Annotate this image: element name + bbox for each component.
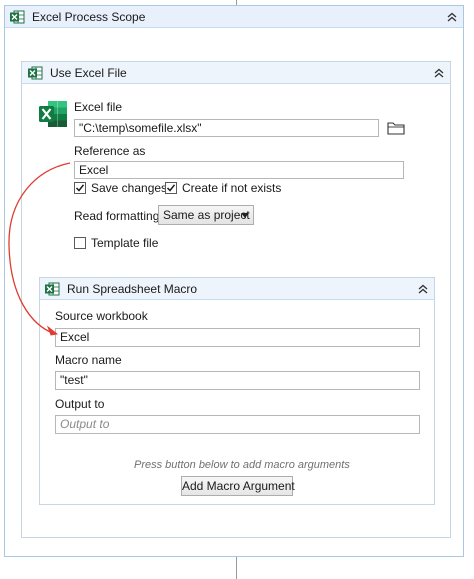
- collapse-run-macro-button[interactable]: [416, 282, 430, 296]
- collapse-use-excel-button[interactable]: [432, 66, 446, 80]
- double-chevron-up-icon: [418, 284, 428, 293]
- template-file-checkbox[interactable]: [74, 237, 86, 249]
- save-changes-checkbox[interactable]: [74, 182, 86, 194]
- read-formatting-dropdown[interactable]: Same as project: [158, 205, 254, 225]
- reference-as-label: Reference as: [74, 144, 146, 158]
- template-file-label: Template file: [91, 236, 159, 250]
- macro-name-label: Macro name: [55, 353, 122, 367]
- connector-line-bottom: [236, 557, 237, 579]
- save-changes-label: Save changes: [91, 181, 168, 195]
- chevron-down-icon: [241, 213, 249, 218]
- excel-icon: [10, 10, 25, 23]
- output-to-input[interactable]: Output to: [55, 415, 420, 434]
- use-excel-file-header[interactable]: Use Excel File: [22, 62, 450, 84]
- macro-name-input[interactable]: "test": [55, 371, 420, 390]
- read-formatting-label: Read formatting: [74, 209, 160, 223]
- browse-folder-button[interactable]: [386, 119, 406, 137]
- checkmark-icon: [75, 184, 85, 192]
- use-excel-file-title: Use Excel File: [50, 65, 127, 80]
- reference-as-input[interactable]: Excel: [74, 161, 404, 179]
- excel-process-scope-header[interactable]: Excel Process Scope: [5, 6, 463, 28]
- double-chevron-up-icon: [434, 68, 444, 77]
- excel-icon: [45, 282, 60, 295]
- collapse-scope-button[interactable]: [445, 10, 459, 24]
- create-if-not-exists-checkbox[interactable]: [165, 182, 177, 194]
- run-spreadsheet-macro-title: Run Spreadsheet Macro: [67, 281, 198, 296]
- source-workbook-label: Source workbook: [55, 309, 148, 323]
- checkmark-icon: [166, 184, 176, 192]
- create-if-not-exists-label: Create if not exists: [182, 181, 282, 195]
- excel-file-input[interactable]: "C:\temp\somefile.xlsx": [74, 119, 379, 137]
- excel-process-scope: Excel Process Scope Use Excel File Excel…: [4, 5, 464, 557]
- excel-process-scope-title: Excel Process Scope: [32, 9, 146, 24]
- use-excel-file-activity: Use Excel File Excel file "C:\temp\somef…: [21, 61, 451, 538]
- source-workbook-input[interactable]: Excel: [55, 328, 420, 347]
- add-macro-argument-button[interactable]: Add Macro Argument: [181, 476, 295, 496]
- excel-file-label: Excel file: [74, 100, 123, 114]
- macro-arguments-hint: Press button below to add macro argument…: [134, 459, 350, 471]
- excel-file-large-icon: [39, 101, 67, 127]
- run-spreadsheet-macro-activity: Run Spreadsheet Macro Source workbook Ex…: [39, 277, 435, 505]
- run-spreadsheet-macro-header[interactable]: Run Spreadsheet Macro: [40, 278, 434, 300]
- output-to-label: Output to: [55, 397, 105, 411]
- folder-icon: [387, 122, 405, 135]
- excel-icon: [28, 66, 43, 79]
- read-formatting-value: Same as project: [163, 208, 250, 222]
- double-chevron-up-icon: [447, 12, 457, 21]
